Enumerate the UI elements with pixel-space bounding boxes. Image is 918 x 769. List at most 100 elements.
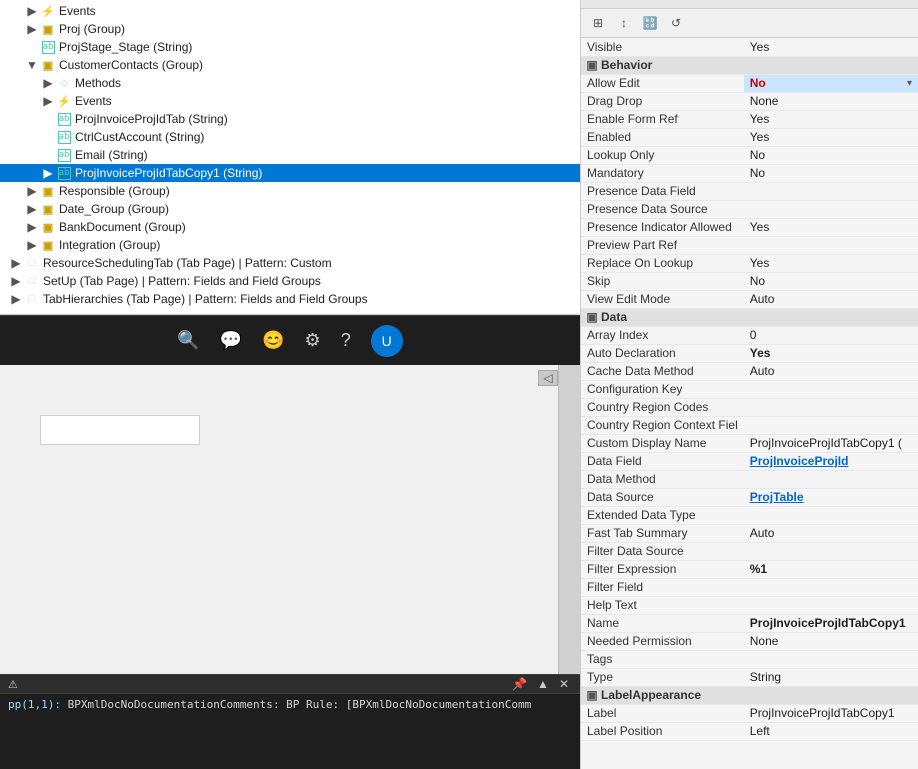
- tree-item[interactable]: ▶ ab ProjInvoiceProjIdTabCopy1 (String): [0, 164, 580, 182]
- table-row: Visible Yes: [581, 38, 918, 56]
- pin-button[interactable]: 📌: [509, 677, 530, 691]
- props-btn-refresh[interactable]: ↺: [665, 12, 687, 34]
- error-panel-header: ⚠ 📌 ▲ ✕: [0, 675, 580, 694]
- prop-value[interactable]: No: [744, 146, 918, 164]
- prop-value[interactable]: [744, 596, 918, 614]
- props-section-header[interactable]: ▣LabelAppearance: [581, 686, 918, 704]
- tree-expand-icon: ▶: [24, 220, 40, 234]
- prop-value[interactable]: Yes: [744, 344, 918, 362]
- prop-value[interactable]: Yes: [744, 38, 918, 56]
- tree-node-icon: ▣: [40, 237, 56, 253]
- tree-item[interactable]: ▶ ▣ Proj (Group): [0, 20, 580, 38]
- prop-value[interactable]: [744, 650, 918, 668]
- prop-value[interactable]: [744, 200, 918, 218]
- tree-item[interactable]: ▶ ▣ Integration (Group): [0, 236, 580, 254]
- prop-key: View Edit Mode: [581, 290, 744, 308]
- prop-value[interactable]: [744, 182, 918, 200]
- panel-close-button[interactable]: ✕: [556, 677, 572, 691]
- tree-item[interactable]: ▶ ▣ Responsible (Group): [0, 182, 580, 200]
- prop-key: Presence Data Field: [581, 182, 744, 200]
- prop-value[interactable]: None: [744, 92, 918, 110]
- tree-item-label: SetUp (Tab Page) | Pattern: Fields and F…: [43, 274, 321, 288]
- props-section-header[interactable]: ▣Behavior: [581, 56, 918, 74]
- prop-value[interactable]: No: [744, 272, 918, 290]
- prop-key: Type: [581, 668, 744, 686]
- tree-item-label: TabHierarchies (Tab Page) | Pattern: Fie…: [43, 292, 368, 306]
- prop-value[interactable]: Yes: [744, 218, 918, 236]
- tree-item[interactable]: ▶ □ TabHierarchies (Tab Page) | Pattern:…: [0, 290, 580, 308]
- prop-value[interactable]: Yes: [744, 110, 918, 128]
- prop-value[interactable]: [744, 236, 918, 254]
- prop-value[interactable]: [744, 398, 918, 416]
- prop-value[interactable]: No: [744, 164, 918, 182]
- props-btn-grid[interactable]: ⊞: [587, 12, 609, 34]
- tree-item-label: BankDocument (Group): [59, 220, 186, 234]
- prop-value[interactable]: No▾: [744, 74, 918, 92]
- table-row: Lookup Only No: [581, 146, 918, 164]
- prop-value[interactable]: ProjInvoiceProjIdTabCopy1: [744, 614, 918, 632]
- emoji-icon[interactable]: 😊: [262, 330, 284, 351]
- prop-key: Auto Declaration: [581, 344, 744, 362]
- error-panel: ⚠ 📌 ▲ ✕ pp(1,1): BPXmlDocNoDocumentation…: [0, 674, 580, 769]
- help-icon[interactable]: ?: [341, 330, 351, 351]
- prop-value[interactable]: [744, 380, 918, 398]
- prop-value[interactable]: [744, 416, 918, 434]
- prop-value[interactable]: [744, 578, 918, 596]
- chat-icon[interactable]: 💬: [220, 330, 242, 351]
- prop-value[interactable]: %1: [744, 560, 918, 578]
- prop-value[interactable]: 0: [744, 326, 918, 344]
- props-btn-filter[interactable]: 🔡: [639, 12, 661, 34]
- table-row: Enabled Yes: [581, 128, 918, 146]
- tree-item[interactable]: ▶ ⚡ Events: [0, 92, 580, 110]
- prop-value[interactable]: Yes: [744, 128, 918, 146]
- tree-expand-icon: ▶: [24, 22, 40, 36]
- prop-value[interactable]: Auto: [744, 524, 918, 542]
- search-icon[interactable]: 🔍: [177, 330, 199, 351]
- tree-item[interactable]: ab ProjInvoiceProjIdTab (String): [0, 110, 580, 128]
- tree-expand-icon: ▶: [8, 256, 24, 270]
- prop-value[interactable]: Left: [744, 722, 918, 740]
- table-row: Auto Declaration Yes: [581, 344, 918, 362]
- prop-value[interactable]: [744, 506, 918, 524]
- table-row: Country Region Context Fiel: [581, 416, 918, 434]
- tree-item[interactable]: ▶ □ SetUp (Tab Page) | Pattern: Fields a…: [0, 272, 580, 290]
- tree-item-label: Responsible (Group): [59, 184, 170, 198]
- tree-item[interactable]: ab ProjStage_Stage (String): [0, 38, 580, 56]
- related-info-tab[interactable]: [558, 365, 580, 674]
- prop-key: Mandatory: [581, 164, 744, 182]
- tree-expand-icon: ▶: [40, 166, 56, 180]
- tree-item[interactable]: ▶ ⚡ Events: [0, 2, 580, 20]
- tree-item[interactable]: ▶ ▣ Date_Group (Group): [0, 200, 580, 218]
- prop-value[interactable]: [744, 470, 918, 488]
- user-avatar[interactable]: U: [371, 325, 403, 357]
- prop-key: Filter Expression: [581, 560, 744, 578]
- props-btn-sort[interactable]: ↕: [613, 12, 635, 34]
- prop-value[interactable]: ProjInvoiceProjIdTabCopy1: [744, 704, 918, 722]
- table-row: Type String: [581, 668, 918, 686]
- tree-item[interactable]: ▶ ▣ BankDocument (Group): [0, 218, 580, 236]
- prop-value[interactable]: ProjInvoiceProjIdTabCopy1 (: [744, 434, 918, 452]
- table-row: Label ProjInvoiceProjIdTabCopy1: [581, 704, 918, 722]
- tree-item[interactable]: ▶ □ ResourceSchedulingTab (Tab Page) | P…: [0, 254, 580, 272]
- prop-key: Label Position: [581, 722, 744, 740]
- table-row: Extended Data Type: [581, 506, 918, 524]
- prop-value[interactable]: Auto: [744, 362, 918, 380]
- table-row: Label Position Left: [581, 722, 918, 740]
- prop-value[interactable]: ProjTable: [744, 488, 918, 506]
- prop-value[interactable]: Yes: [744, 254, 918, 272]
- tree-item[interactable]: ▼ ▣ CustomerContacts (Group): [0, 56, 580, 74]
- prop-key: Enabled: [581, 128, 744, 146]
- prop-value[interactable]: ProjInvoiceProjId: [744, 452, 918, 470]
- prop-value[interactable]: [744, 542, 918, 560]
- prop-value[interactable]: None: [744, 632, 918, 650]
- prop-value[interactable]: Auto: [744, 290, 918, 308]
- tree-item[interactable]: ab CtrlCustAccount (String): [0, 128, 580, 146]
- tree-item[interactable]: ab Email (String): [0, 146, 580, 164]
- tree-node-icon: ⬦: [56, 75, 72, 91]
- props-section-header[interactable]: ▣Data: [581, 308, 918, 326]
- tree-item[interactable]: ▶ ⬦ Methods: [0, 74, 580, 92]
- panel-expand-button[interactable]: ▲: [534, 677, 552, 691]
- prop-value[interactable]: String: [744, 668, 918, 686]
- settings-icon[interactable]: ⚙: [305, 330, 321, 351]
- tree-item-label: Integration (Group): [59, 238, 160, 252]
